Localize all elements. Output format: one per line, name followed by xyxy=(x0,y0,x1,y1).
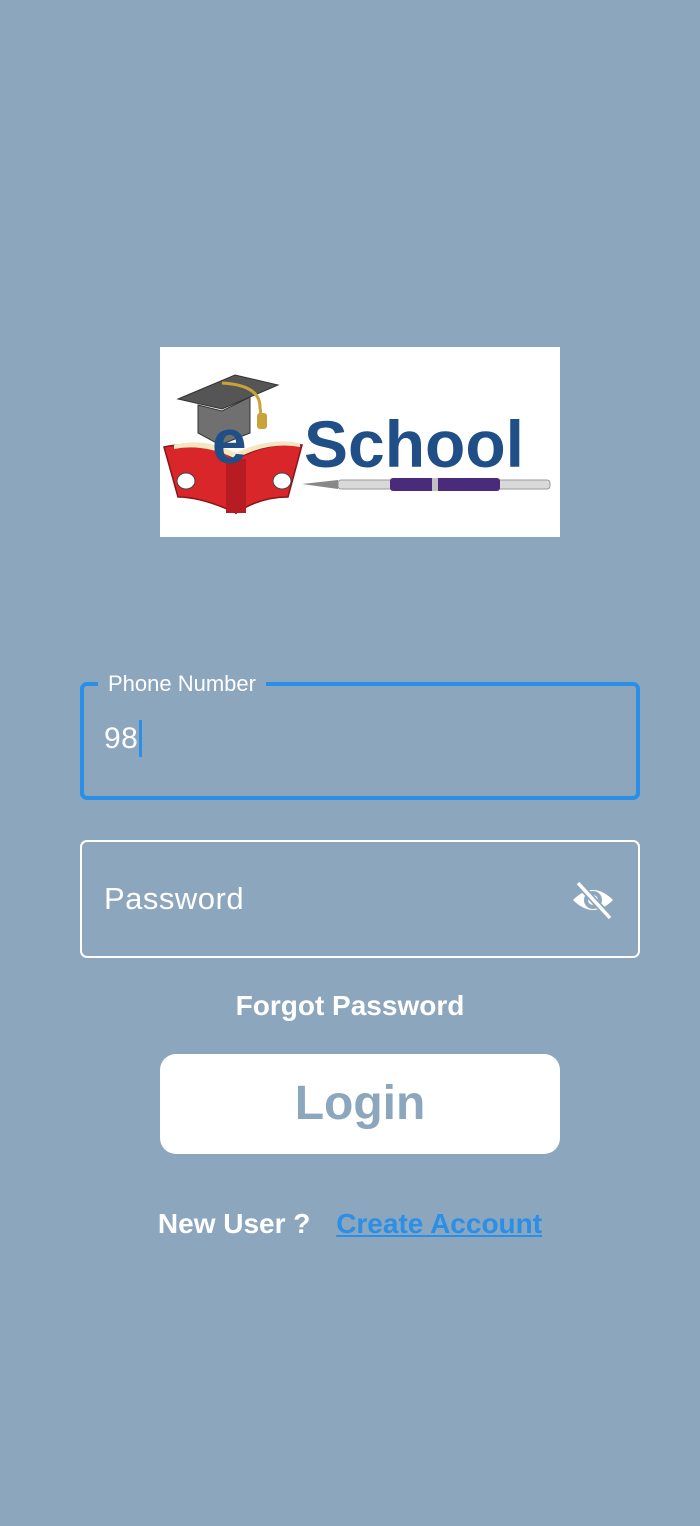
login-screen: e School Phone Number 98 Password Forgot… xyxy=(0,0,700,1526)
forgot-password-link[interactable]: Forgot Password xyxy=(0,986,700,1026)
text-cursor xyxy=(139,720,143,757)
create-account-link[interactable]: Create Account xyxy=(336,1208,542,1239)
new-user-label: New User ? xyxy=(157,1208,311,1239)
login-button[interactable]: Login xyxy=(160,1054,560,1154)
signup-row: New User ? Create Account xyxy=(0,1204,700,1244)
phone-number-value: 98 xyxy=(104,722,139,755)
phone-number-field[interactable]: Phone Number 98 xyxy=(80,670,640,800)
logo-text-e: e xyxy=(212,408,246,477)
password-placeholder: Password xyxy=(104,881,245,916)
eschool-logo: e School xyxy=(160,347,560,537)
phone-number-label: Phone Number xyxy=(98,670,266,698)
eye-off-icon[interactable] xyxy=(570,878,616,922)
logo-text-school: School xyxy=(304,407,524,481)
password-field[interactable]: Password xyxy=(80,840,640,958)
phone-number-input-value[interactable]: 98 xyxy=(104,720,143,758)
